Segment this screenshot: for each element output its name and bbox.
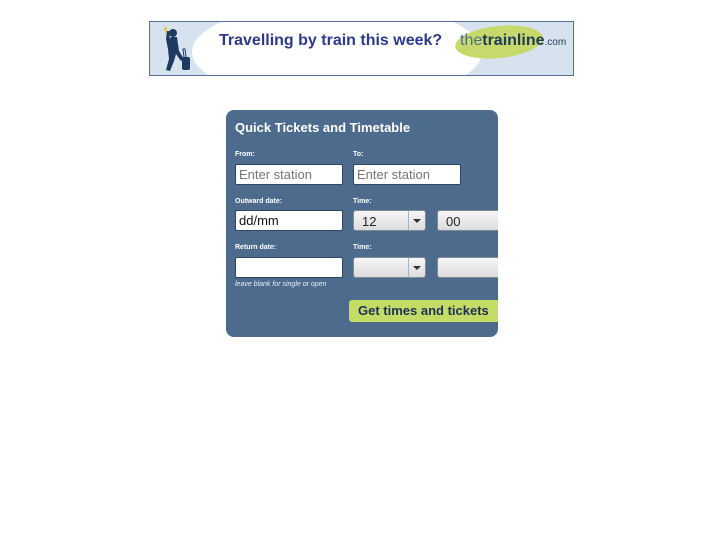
to-label: To: [353, 151, 364, 158]
outward-minute-value: 00 [446, 214, 461, 229]
get-times-and-tickets-button[interactable]: Get times and tickets [349, 300, 498, 322]
return-minute-select[interactable] [437, 257, 498, 278]
trainline-ad-banner[interactable]: Travelling by train this week? thetrainl… [149, 21, 574, 76]
outward-date-label: Outward date: [235, 198, 283, 205]
from-station-input[interactable] [235, 164, 343, 185]
outward-hour-select[interactable]: 12 [353, 210, 426, 231]
outward-hour-value: 12 [362, 214, 377, 229]
logo-trainline: trainline [482, 32, 545, 49]
return-date-input[interactable] [235, 257, 343, 278]
widget-title: Quick Tickets and Timetable [235, 120, 411, 135]
return-hint-text: leave blank for single or open [235, 281, 327, 288]
chevron-down-icon[interactable] [408, 258, 425, 277]
outward-minute-select[interactable]: 00 [437, 210, 498, 231]
logo-the: the [460, 32, 483, 49]
thetrainline-logo: thetrainline.com [460, 32, 566, 50]
from-label: From: [235, 151, 255, 158]
outward-time-label: Time: [353, 198, 372, 205]
outward-date-input[interactable] [235, 210, 343, 231]
chevron-down-icon[interactable] [408, 211, 425, 230]
to-station-input[interactable] [353, 164, 461, 185]
quick-tickets-widget: Quick Tickets and Timetable From: To: Ou… [226, 110, 498, 337]
return-date-label: Return date: [235, 244, 277, 251]
traveller-with-suitcase-icon [164, 26, 190, 71]
logo-com: .com [544, 37, 567, 48]
banner-headline: Travelling by train this week? [219, 32, 443, 49]
return-hour-select[interactable] [353, 257, 426, 278]
return-time-label: Time: [353, 244, 372, 251]
